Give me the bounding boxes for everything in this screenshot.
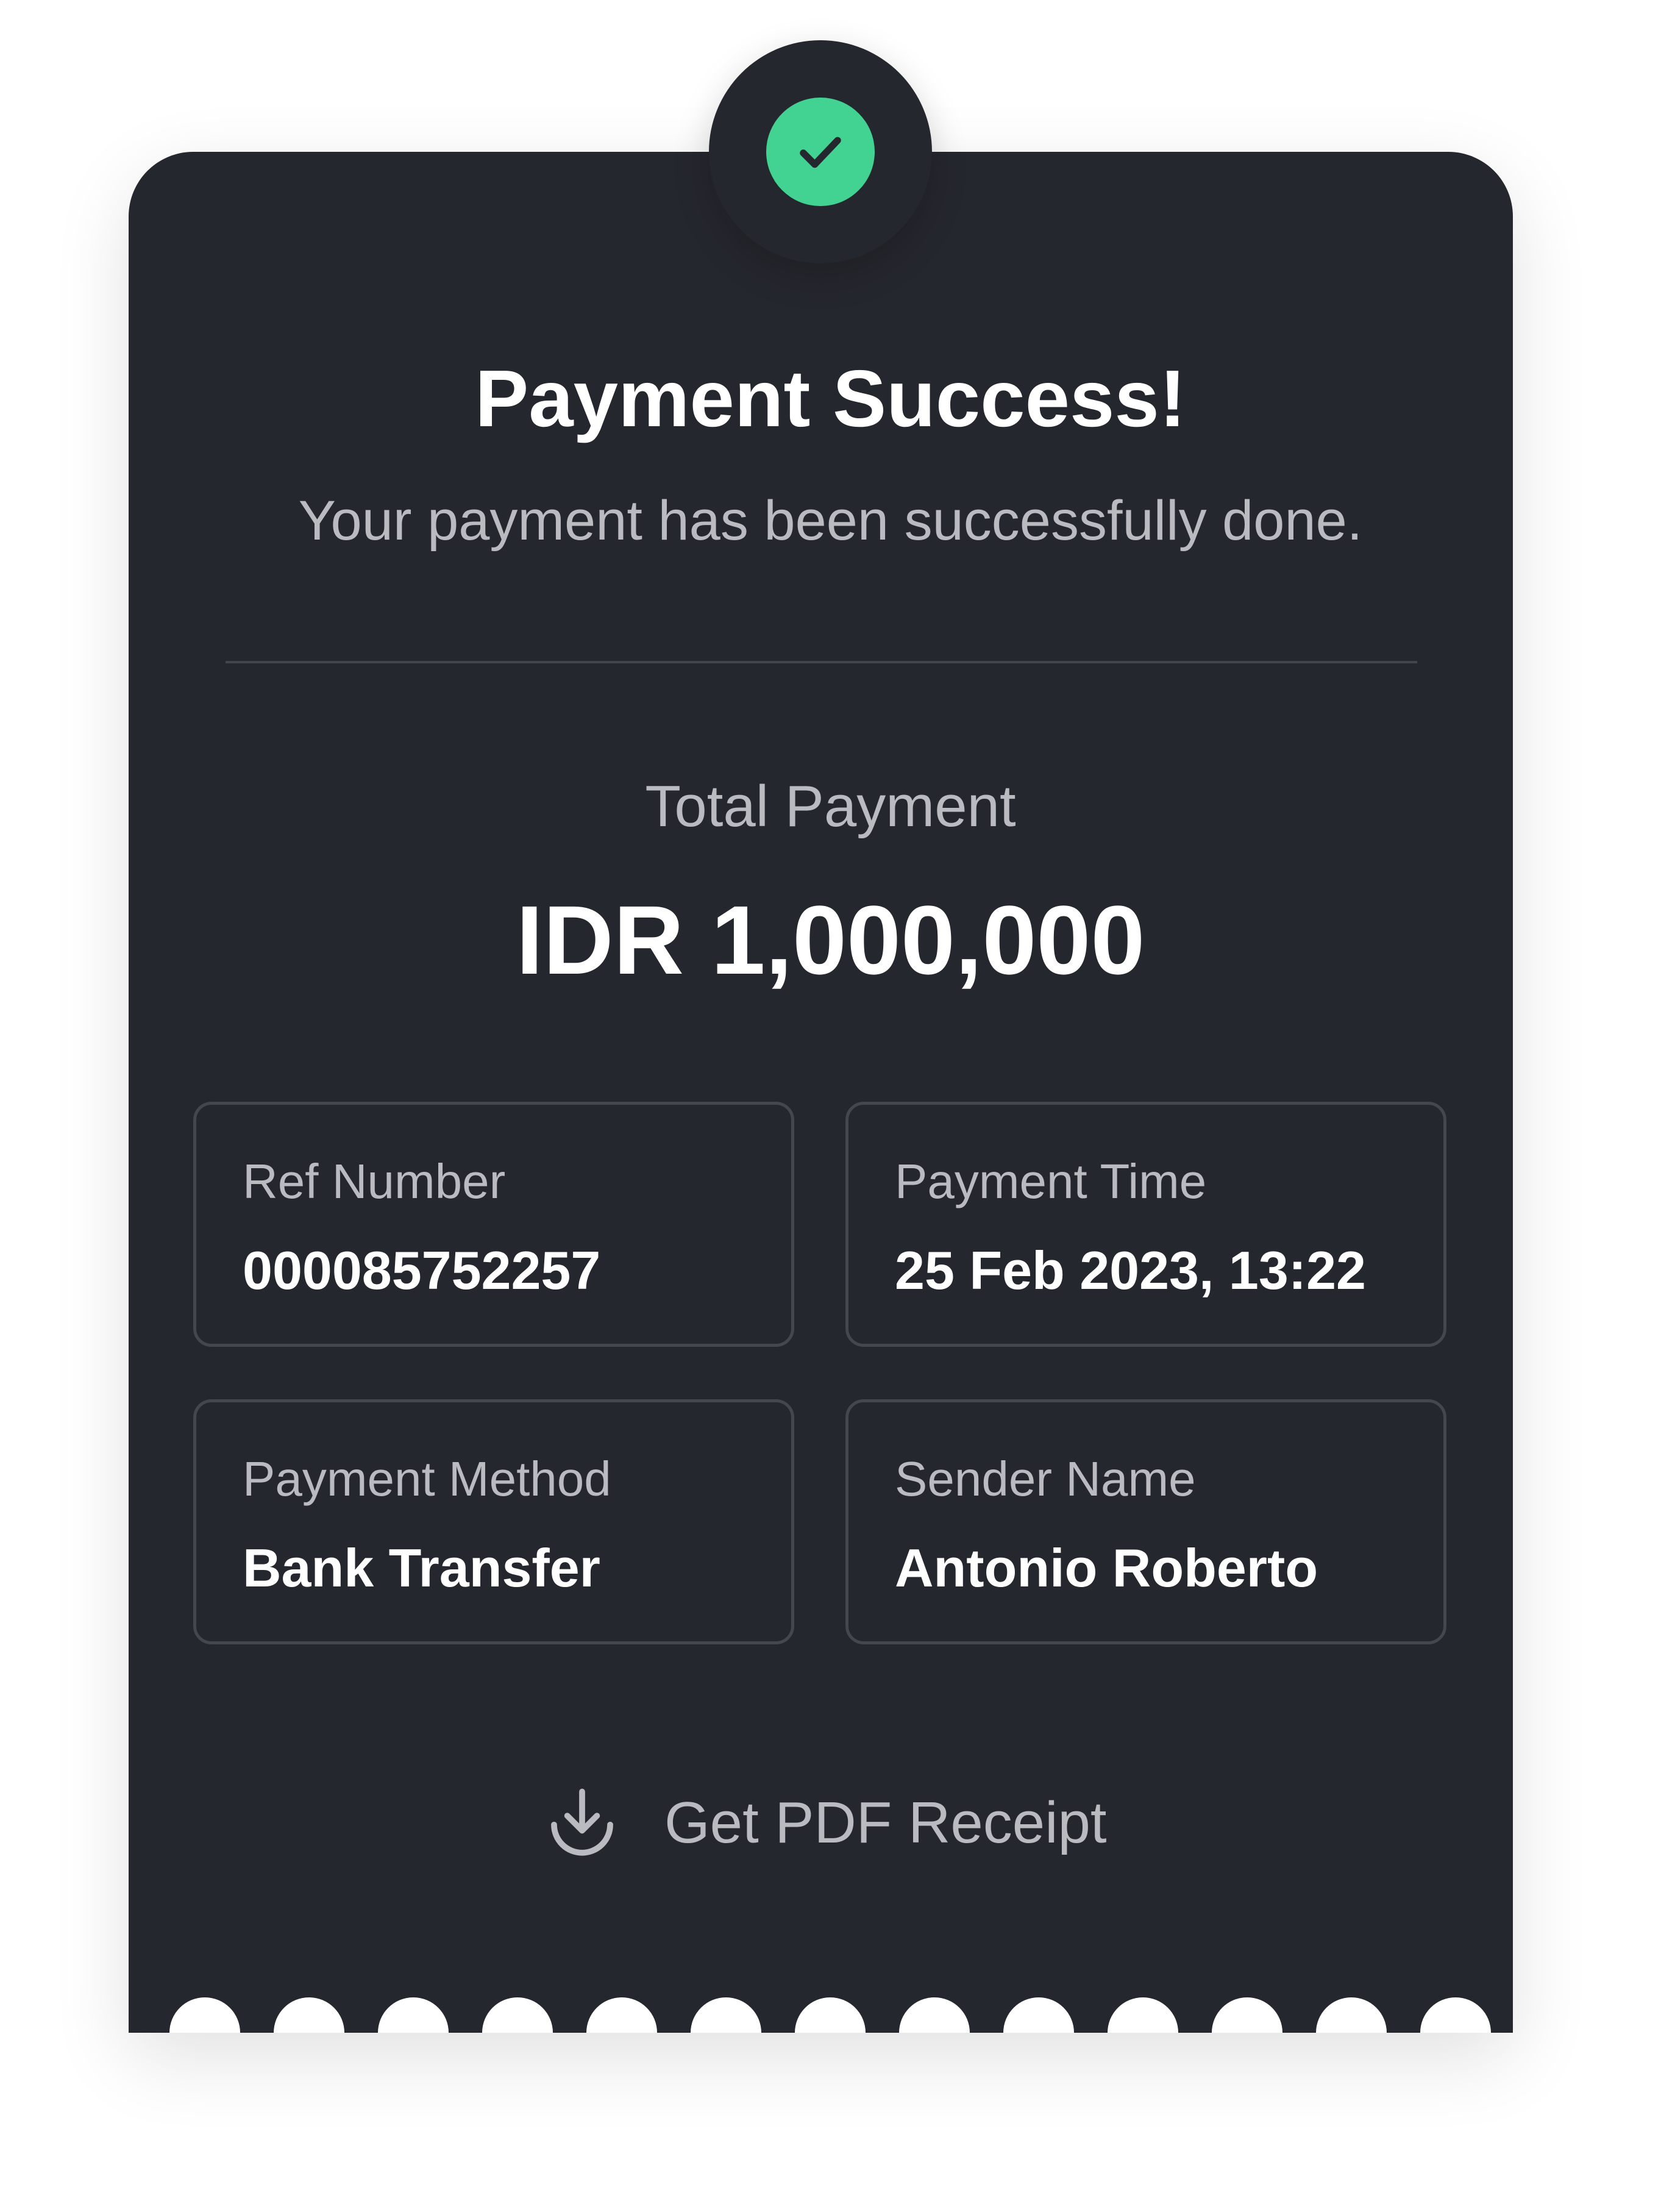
payment-method-box: Payment Method Bank Transfer — [193, 1399, 794, 1644]
sender-name-box: Sender Name Antonio Roberto — [845, 1399, 1446, 1644]
ref-number-value: 000085752257 — [243, 1240, 601, 1300]
status-badge — [766, 98, 875, 206]
page-subtitle: Your payment has been successfully done. — [298, 490, 1363, 552]
payment-method-value: Bank Transfer — [243, 1538, 600, 1598]
total-payment-label: Total Payment — [645, 774, 1016, 839]
ref-number-box: Ref Number 000085752257 — [193, 1102, 794, 1347]
receipt-scallop-edge — [169, 1997, 1491, 2033]
sender-name-value: Antonio Roberto — [895, 1538, 1318, 1598]
status-badge-ring — [709, 40, 932, 263]
ref-number-label: Ref Number — [243, 1154, 506, 1208]
payment-method-label: Payment Method — [243, 1452, 611, 1506]
payment-success-screen: Payment Success! Your payment has been s… — [0, 0, 1661, 2212]
sender-name-label: Sender Name — [895, 1452, 1196, 1506]
total-payment-amount: IDR 1,000,000 — [516, 885, 1145, 994]
get-pdf-receipt-label: Get PDF Receipt — [664, 1790, 1107, 1855]
page-title: Payment Success! — [475, 354, 1186, 443]
check-icon — [800, 137, 841, 168]
payment-time-box: Payment Time 25 Feb 2023, 13:22 — [845, 1102, 1446, 1347]
divider — [226, 661, 1417, 663]
payment-time-value: 25 Feb 2023, 13:22 — [895, 1240, 1366, 1300]
payment-time-label: Payment Time — [895, 1154, 1207, 1208]
download-icon — [542, 1783, 622, 1863]
get-pdf-receipt-button[interactable]: Get PDF Receipt — [542, 1780, 1107, 1866]
